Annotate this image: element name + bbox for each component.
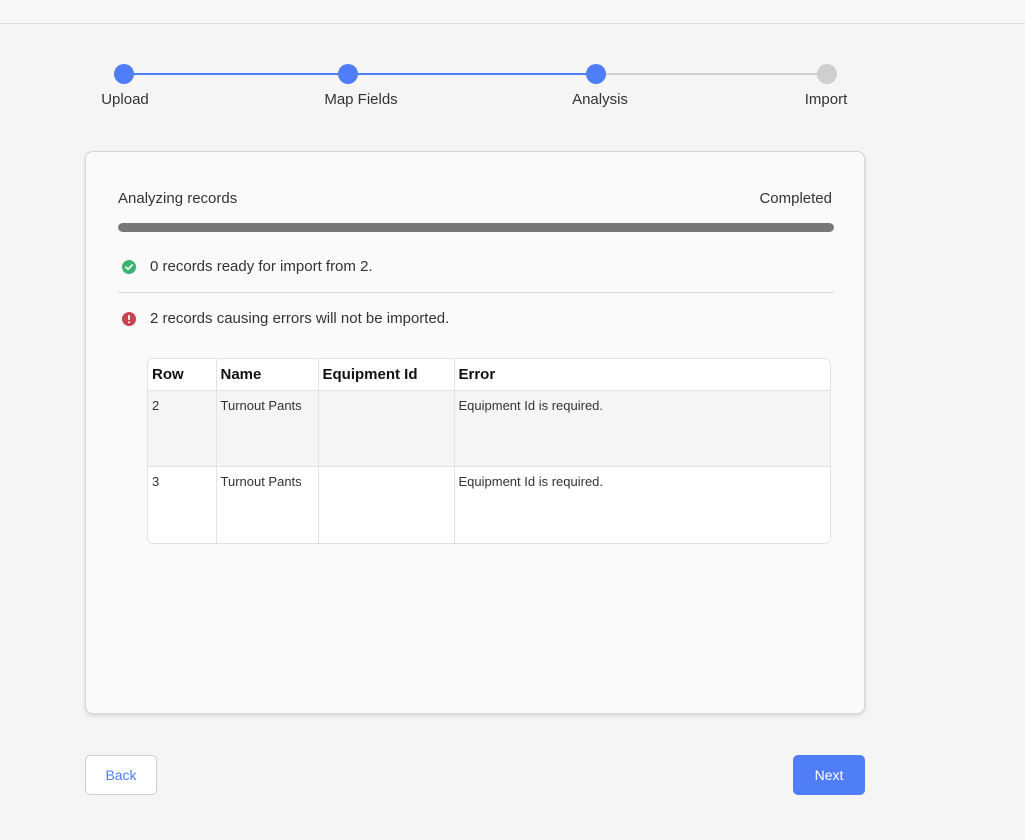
table-header-row: Row Name Equipment Id Error <box>148 359 830 391</box>
cell-equipment-id <box>318 466 455 543</box>
table-row: 2 Turnout Pants Equipment Id is required… <box>148 390 830 467</box>
step-label-import: Import <box>804 91 848 108</box>
step-connector-map-analysis <box>348 73 596 75</box>
error-message: 2 records causing errors will not be imp… <box>150 310 450 327</box>
back-button[interactable]: Back <box>85 755 157 795</box>
step-dot-map-fields[interactable] <box>338 64 358 84</box>
next-button[interactable]: Next <box>793 755 865 795</box>
error-summary: 2 records causing errors will not be imp… <box>122 310 449 327</box>
analysis-card: Analyzing records Completed 0 records re… <box>85 151 865 714</box>
column-header-error: Error <box>454 359 830 391</box>
cell-error: Equipment Id is required. <box>454 390 830 467</box>
column-header-equipment-id: Equipment Id <box>318 359 455 391</box>
import-stepper: Upload Map Fields Analysis Import <box>0 0 1025 130</box>
step-connector-upload-map <box>124 73 348 75</box>
step-connector-analysis-import <box>596 73 827 75</box>
errors-table: Row Name Equipment Id Error 2 Turnout Pa… <box>147 358 831 544</box>
cell-row: 2 <box>148 390 217 467</box>
progress-status: Completed <box>759 190 832 207</box>
step-dot-analysis[interactable] <box>586 64 606 84</box>
progress-bar-fill <box>118 223 834 232</box>
column-header-name: Name <box>216 359 319 391</box>
table-row: 3 Turnout Pants Equipment Id is required… <box>148 466 830 543</box>
exclamation-circle-icon <box>122 311 136 326</box>
progress-bar <box>118 223 834 232</box>
cell-name: Turnout Pants <box>216 466 319 543</box>
step-dot-import <box>817 64 837 84</box>
column-header-row: Row <box>148 359 217 391</box>
step-label-analysis: Analysis <box>572 91 628 108</box>
step-dot-upload[interactable] <box>114 64 134 84</box>
progress-label: Analyzing records <box>118 190 238 207</box>
step-label-upload: Upload <box>101 91 149 108</box>
cell-equipment-id <box>318 390 455 467</box>
summary-divider <box>118 292 834 293</box>
success-message: 0 records ready for import from 2. <box>150 258 373 275</box>
step-label-map-fields: Map Fields <box>324 91 398 108</box>
success-summary: 0 records ready for import from 2. <box>122 258 373 275</box>
check-circle-icon <box>122 259 136 274</box>
cell-row: 3 <box>148 466 217 543</box>
cell-name: Turnout Pants <box>216 390 319 467</box>
cell-error: Equipment Id is required. <box>454 466 830 543</box>
